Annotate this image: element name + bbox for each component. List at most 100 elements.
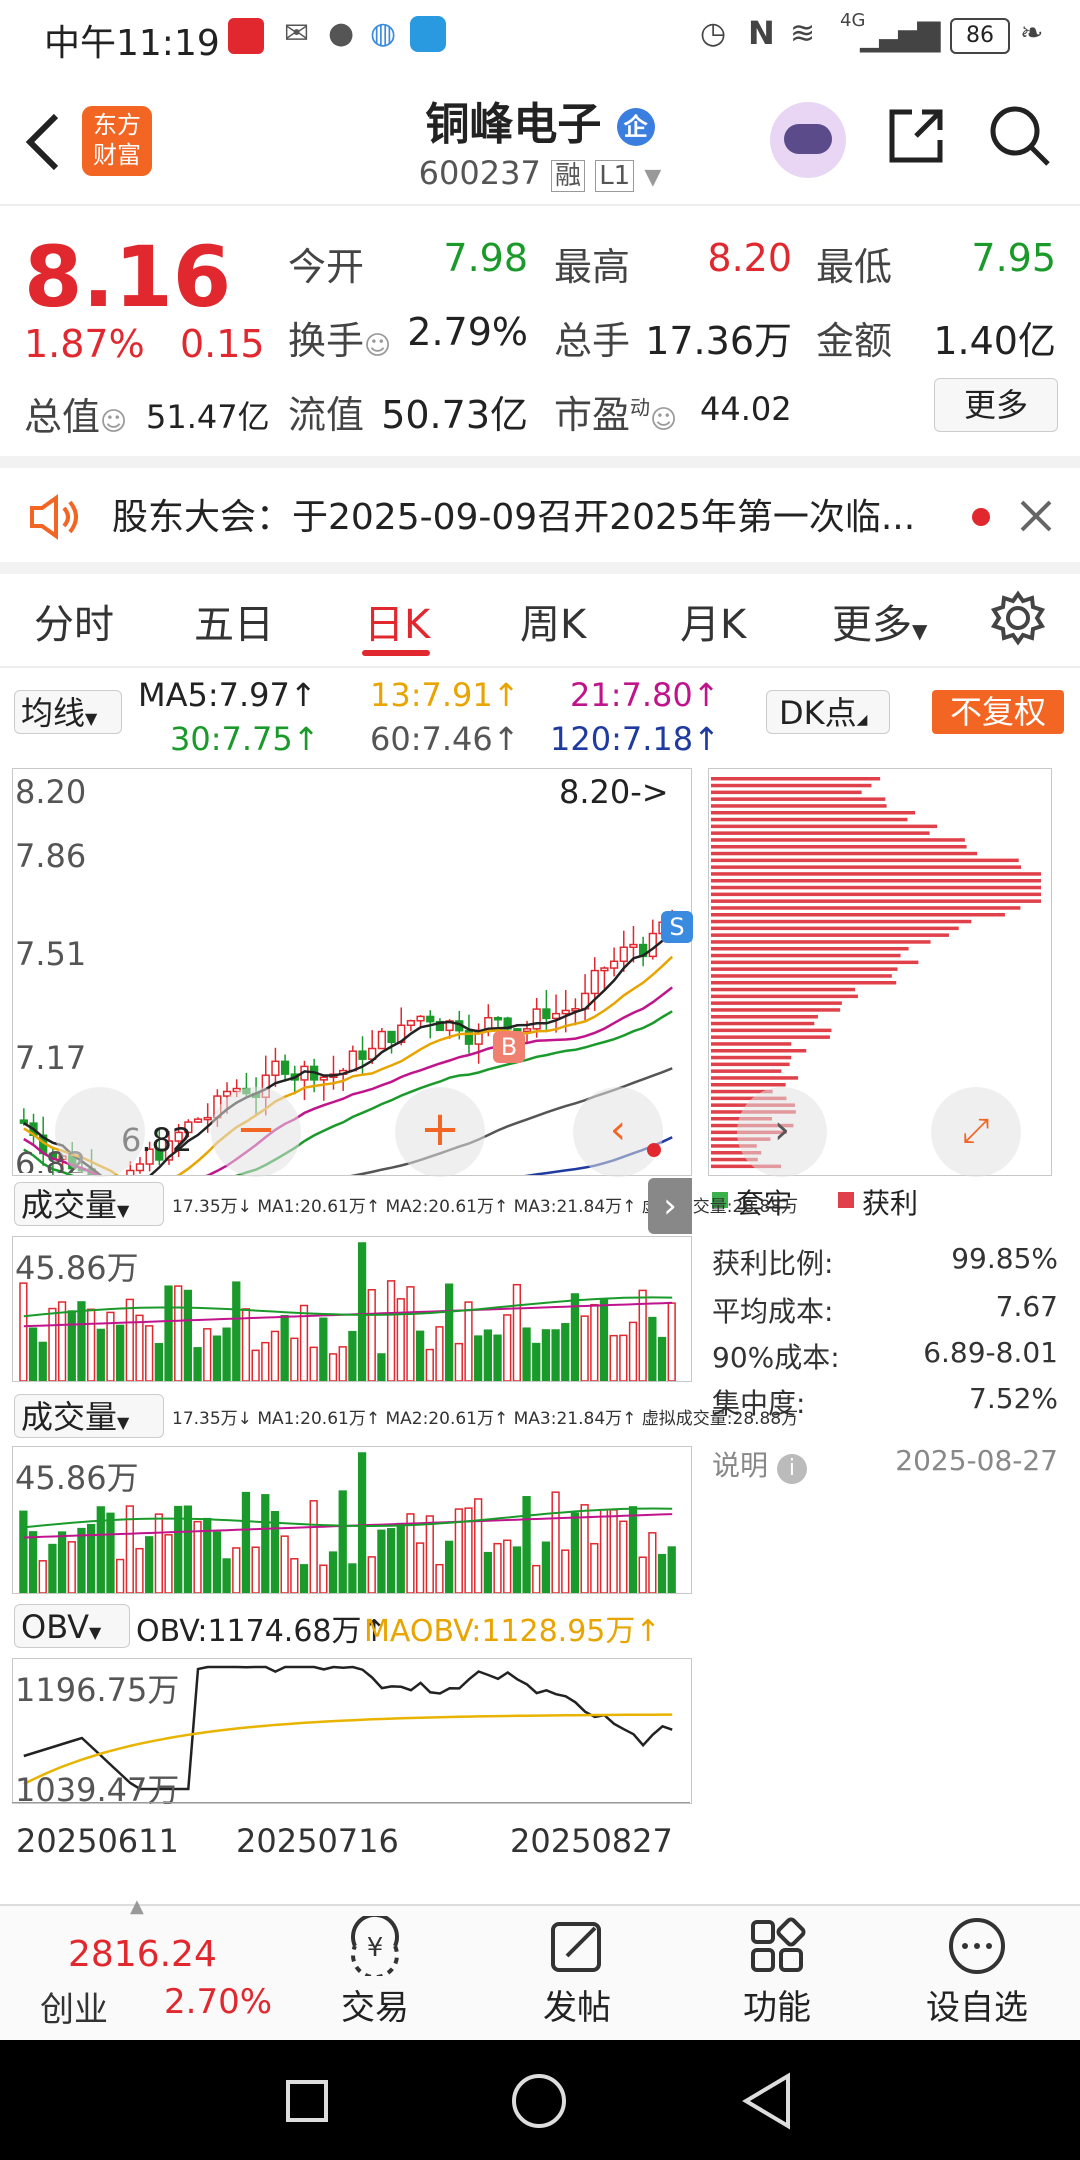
chip-bar: [711, 967, 898, 971]
chip-bar: [711, 947, 909, 951]
expand-icon[interactable]: ⤢: [931, 1087, 1021, 1177]
volume-bar: [290, 1337, 299, 1381]
volume-bar: [309, 1346, 318, 1381]
header: 东方 财富 铜峰电子 企 600237 融 L1 ▼: [0, 72, 1080, 204]
volume-bar: [357, 1242, 367, 1381]
add-watchlist-label: 设自选: [926, 1988, 1028, 2028]
tab-five-day[interactable]: 五日: [194, 592, 274, 650]
obv-chart[interactable]: 1196.75万 1039.47万: [12, 1658, 692, 1809]
tab-minute[interactable]: 分时: [34, 592, 114, 650]
share-icon[interactable]: [886, 106, 946, 166]
home-icon[interactable]: [512, 2074, 566, 2128]
active-tab-indicator: [362, 650, 430, 656]
explain-link[interactable]: 说明 i: [712, 1444, 807, 1484]
chip-date: 2025-08-27: [895, 1444, 1058, 1477]
volume-bar: [77, 1301, 86, 1381]
adjust-rights-button[interactable]: 不复权: [932, 690, 1064, 734]
volume-bar: [667, 1302, 676, 1381]
settings-gear-icon[interactable]: [990, 590, 1046, 646]
volume-bar: [338, 1490, 347, 1593]
notice-bar[interactable]: 股东大会：于2025-09-09召开2025年第一次临...: [0, 468, 1080, 562]
recent-apps-icon[interactable]: [286, 2080, 328, 2122]
kline-chart[interactable]: 8.20 7.86 7.51 7.17 6.82 8.20-> 6.82 B S…: [12, 768, 693, 1177]
volume-bar: [435, 1563, 444, 1593]
chip-bar: [711, 879, 1041, 883]
volume-chart-1[interactable]: 45.86万: [12, 1236, 692, 1382]
volume-bar: [454, 1342, 463, 1381]
buy-flag[interactable]: B: [493, 1031, 525, 1063]
volume-bar: [541, 1541, 551, 1593]
tab-more[interactable]: 更多▼: [832, 592, 927, 650]
ma5-value: MA5:7.97↑: [138, 676, 317, 714]
chip-bar: [711, 1055, 792, 1060]
chip-bar: [711, 777, 881, 781]
zoom-in-button[interactable]: +: [395, 1087, 485, 1177]
battery-icon: 86: [950, 18, 1010, 54]
candle-body: [542, 1008, 551, 1020]
ma-selector[interactable]: 均线▼: [14, 690, 122, 734]
dk-point-selector[interactable]: DK点◢: [766, 690, 890, 734]
scroll-left-button[interactable]: ‹: [573, 1087, 663, 1177]
volume-bar: [590, 1303, 599, 1381]
change-percent: 1.87%: [24, 322, 145, 366]
close-icon[interactable]: [1018, 498, 1054, 534]
maobv-value: MAOBV:1128.95万↑: [364, 1614, 661, 1649]
volume-bar: [377, 1353, 386, 1381]
chip-bar: [711, 824, 938, 829]
add-watchlist-button[interactable]: 设自选: [902, 1916, 1052, 2040]
fullscreen-left-button[interactable]: [55, 1087, 145, 1177]
volume-chart-2[interactable]: 45.86万: [12, 1446, 692, 1594]
volume-bar: [415, 1542, 425, 1593]
chip-distribution[interactable]: › ⤢: [708, 768, 1052, 1177]
candle-body: [590, 969, 599, 995]
level-tag: L1: [595, 160, 635, 192]
sell-flag[interactable]: S: [661, 911, 693, 943]
more-button[interactable]: 更多: [934, 378, 1058, 432]
candle-body: [416, 1015, 425, 1022]
volume-bar: [309, 1500, 318, 1593]
chip-bar: [711, 885, 1041, 890]
volume-bar: [512, 1546, 522, 1593]
trade-label: 交易: [341, 1988, 409, 2028]
chevron-down-icon: ▼: [644, 165, 662, 190]
volume-selector-2[interactable]: 成交量▼: [14, 1394, 164, 1438]
volume-bar: [77, 1527, 86, 1593]
chip-bar: [711, 872, 1041, 876]
index-value[interactable]: 2816.24: [68, 1934, 217, 1975]
candle-body: [600, 967, 609, 972]
volume-bar: [599, 1508, 609, 1593]
leaf-icon: ❧: [1020, 16, 1044, 49]
chip-bar: [711, 797, 886, 801]
chip-bar: [711, 960, 919, 965]
info-icon: ☺: [100, 407, 128, 437]
tab-monthly-k[interactable]: 月K: [680, 592, 746, 650]
tab-daily-k[interactable]: 日K: [364, 592, 430, 650]
candle-body: [648, 932, 657, 958]
chevron-up-icon[interactable]: ▲: [130, 1896, 144, 1917]
expand-panel-button[interactable]: ›: [648, 1178, 692, 1234]
chip-bar: [711, 783, 872, 788]
volume-bar: [599, 1298, 609, 1381]
features-button[interactable]: 功能: [702, 1916, 852, 2040]
post-button[interactable]: 发帖: [502, 1916, 652, 2040]
volume-bar: [396, 1298, 405, 1381]
zoom-out-button[interactable]: −: [211, 1087, 301, 1177]
obv-selector[interactable]: OBV▼: [14, 1604, 130, 1648]
back-nav-icon[interactable]: [740, 2072, 794, 2130]
chip-prev-button[interactable]: ›: [737, 1087, 827, 1177]
volume-bar: [425, 1348, 434, 1381]
volume-bar: [212, 1335, 222, 1381]
ma120-value: 120:7.18↑: [550, 720, 720, 758]
assistant-avatar-icon[interactable]: [770, 102, 846, 178]
volume-bar: [319, 1564, 328, 1593]
volume-selector-1[interactable]: 成交量▼: [14, 1182, 164, 1226]
tab-weekly-k[interactable]: 周K: [520, 592, 586, 650]
chip-bar: [711, 838, 965, 842]
volume-bar: [609, 1509, 618, 1593]
edit-icon: [551, 1922, 601, 1972]
chat-icon: ●: [328, 16, 355, 51]
trade-button[interactable]: ¥ 交易: [300, 1912, 450, 2040]
ma-indicator-row: 均线▼ MA5:7.97↑ 13:7.91↑ 21:7.80↑ 30:7.75↑…: [0, 676, 1080, 764]
search-icon[interactable]: [988, 104, 1052, 168]
volume-bar: [367, 1289, 376, 1381]
